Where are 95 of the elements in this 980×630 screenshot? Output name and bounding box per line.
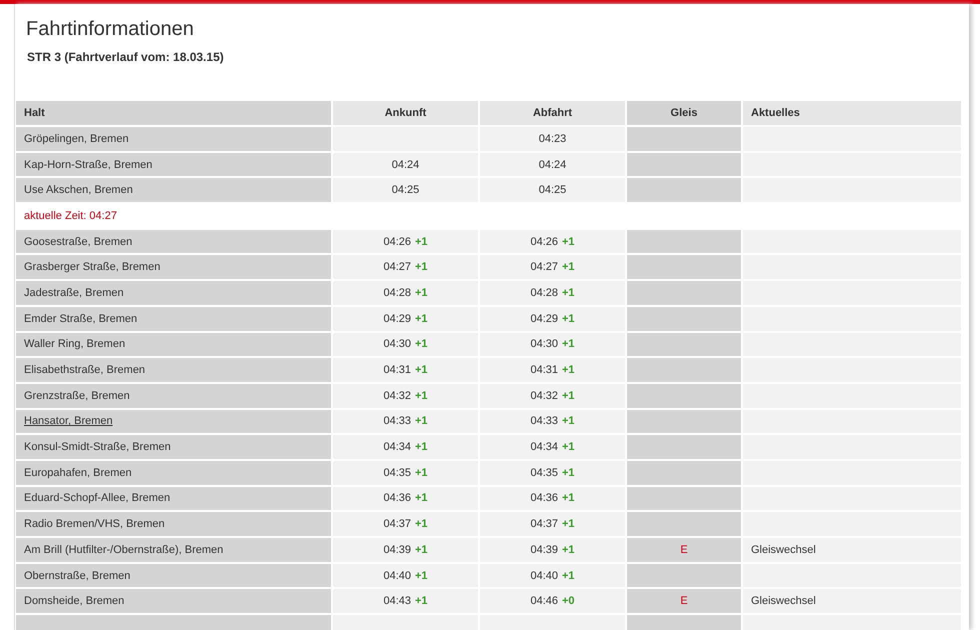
time-text: 04:40 [530,570,558,582]
delay-text: +1 [562,570,575,582]
time-text: 04:39 [383,544,411,556]
stop-name: Grenzstraße, Bremen [24,390,130,402]
delay-text: +1 [414,415,428,428]
time-text: 04:32 [383,390,411,402]
time-text: 04:28 [383,286,411,299]
page-title: Fahrtinformationen [26,17,194,41]
delay-text: +1 [414,466,428,479]
stop-name: Grasberger Straße, Bremen [24,261,160,274]
stop-name: Emder Straße, Bremen [24,312,138,325]
time-text: 04:37 [530,518,558,530]
delay-text: +1 [562,364,575,376]
time-text: 04:34 [383,441,411,454]
delay-text: +1 [414,236,428,248]
column-header: Abfahrt [480,101,625,125]
time-text: 04:36 [530,492,558,504]
time-text: 04:31 [530,364,558,376]
delay-text: +1 [414,518,428,530]
column-header: Ankunft [333,101,478,125]
trip-subtitle: STR 3 (Fahrtverlauf vom: 18.03.15) [27,50,224,64]
time-text: 04:39 [530,544,558,556]
time-text: 04:26 [530,236,558,248]
stop-name: Radio Bremen/VHS, Bremen [24,518,165,530]
time-text: 04:35 [530,466,558,479]
stop-name: Europahafen, Bremen [24,466,132,479]
time-text: 04:34 [530,441,558,454]
time-text: 04:26 [383,236,411,248]
delay-text: +0 [562,595,575,608]
delay-text: +1 [562,518,575,530]
stop-name: Domsheide, Bremen [24,595,124,608]
time-text: 04:28 [530,286,558,299]
stop-name: Gröpelingen, Bremen [24,132,129,145]
delay-text: +1 [414,570,428,582]
time-text: 04:40 [383,570,411,582]
delay-text: +1 [562,390,575,402]
delay-text: +1 [414,390,428,402]
stop-name: Konsul-Smidt-Straße, Bremen [24,441,171,454]
time-text: 04:23 [538,132,566,145]
time-text: 04:30 [530,338,558,350]
time-text: 04:31 [383,364,411,376]
stop-name: Am Brill (Hutfilter-/Obernstraße), Bremen [24,544,224,556]
time-text: 04:43 [383,595,411,608]
delay-text: +1 [562,415,575,428]
time-text: 04:32 [530,390,558,402]
column-header: Aktuelles [743,101,961,125]
news-text: Gleiswechsel [751,595,816,608]
delay-text: +1 [414,338,428,350]
time-text: 04:33 [383,415,411,428]
time-text: 04:27 [383,261,411,274]
time-text: 04:36 [383,492,411,504]
time-text: 04:25 [538,184,566,196]
delay-text: +1 [414,595,428,608]
delay-text: +1 [562,441,575,454]
delay-text: +1 [414,261,428,274]
time-text: 04:24 [392,158,420,171]
delay-text: +1 [414,441,428,454]
time-text: 04:29 [530,312,558,325]
time-text: 04:30 [383,338,411,350]
platform-text: E [680,595,688,608]
delay-text: +1 [562,544,575,556]
time-text: 04:27 [530,261,558,274]
stop-name: Eduard-Schopf-Allee, Bremen [24,492,170,504]
platform-text: E [680,544,688,556]
delay-text: +1 [562,338,575,350]
time-text: 04:33 [530,415,558,428]
stop-name: Kap-Horn-Straße, Bremen [24,158,152,171]
news-text: Gleiswechsel [751,544,816,556]
time-text: 04:25 [392,184,420,196]
time-text: 04:37 [383,518,411,530]
delay-text: +1 [562,236,575,248]
stop-name: Use Akschen, Bremen [24,184,133,196]
delay-text: +1 [414,312,428,325]
time-text: 04:35 [383,466,411,479]
time-text: 04:29 [383,312,411,325]
stop-link[interactable]: Hansator, Bremen [24,415,113,428]
column-header: Halt [16,101,331,125]
stop-name: Goosestraße, Bremen [24,236,132,248]
time-text: 04:24 [538,158,566,171]
delay-text: +1 [562,261,575,274]
delay-text: +1 [562,492,575,504]
delay-text: +1 [414,492,428,504]
delay-text: +1 [562,312,575,325]
stop-name: Elisabethstraße, Bremen [24,364,146,376]
delay-text: +1 [414,544,428,556]
delay-text: +1 [562,466,575,479]
stop-name: Waller Ring, Bremen [24,338,126,350]
delay-text: +1 [414,286,428,299]
time-text: 04:46 [530,595,558,608]
stop-name: Jadestraße, Bremen [24,286,124,299]
delay-text: +1 [562,286,575,299]
column-header: Gleis [627,101,741,125]
current-time-notice: aktuelle Zeit: 04:27 [23,208,118,224]
delay-text: +1 [414,364,428,376]
stop-name: Obernstraße, Bremen [24,570,130,582]
